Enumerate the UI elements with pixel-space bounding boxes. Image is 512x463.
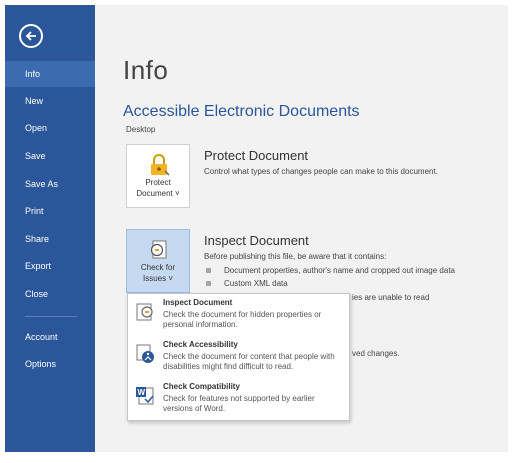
inspect-document-desc: Before publishing this file, be aware th… — [204, 252, 387, 261]
sidebar-item-close[interactable]: Close — [5, 281, 95, 307]
issues-button-label-2: Issues ˅ — [142, 274, 173, 283]
menu-item-title: Inspect Document — [163, 298, 233, 307]
partial-text: ies are unable to read — [352, 293, 430, 302]
menu-item-desc: Check the document for hidden properties… — [163, 310, 322, 329]
backstage-view: Info New Open Save Save As Print Share E… — [5, 5, 508, 452]
inspect-document-icon — [136, 303, 153, 321]
document-path[interactable]: Desktop — [126, 125, 155, 134]
backstage-sidebar: Info New Open Save Save As Print Share E… — [5, 5, 95, 452]
check-for-issues-menu: Inspect Document Check the document for … — [127, 293, 350, 421]
document-title: Accessible Electronic Documents — [123, 103, 360, 120]
inspect-document-icon — [150, 240, 167, 259]
sidebar-item-print[interactable]: Print — [5, 198, 95, 224]
sidebar-item-info[interactable]: Info — [5, 61, 95, 87]
sidebar-item-save[interactable]: Save — [5, 143, 95, 169]
check-for-issues-button[interactable]: Check for Issues ˅ — [126, 229, 190, 293]
list-item: Document properties, author's name and c… — [206, 266, 496, 278]
bullet-text: Document properties, author's name and c… — [224, 266, 455, 275]
protect-document-title: Protect Document — [204, 148, 309, 163]
menu-item-check-compatibility[interactable]: W Check Compatibility Check for features… — [128, 380, 349, 422]
partial-text: ved changes. — [352, 349, 400, 358]
protect-document-button[interactable]: Protect Document ˅ — [126, 144, 190, 208]
accessibility-icon — [136, 344, 154, 363]
lock-key-icon — [151, 154, 170, 176]
menu-item-check-accessibility[interactable]: Check Accessibility Check the document f… — [128, 338, 349, 380]
sidebar-item-export[interactable]: Export — [5, 253, 95, 279]
sidebar-item-save-as[interactable]: Save As — [5, 171, 95, 197]
menu-item-desc: Check for features not supported by earl… — [163, 394, 315, 413]
protect-document-desc: Control what types of changes people can… — [204, 167, 438, 176]
menu-item-desc: Check the document for content that peop… — [163, 352, 335, 371]
sidebar-item-new[interactable]: New — [5, 88, 95, 114]
back-arrow-icon[interactable] — [19, 24, 43, 48]
sidebar-item-account[interactable]: Account — [5, 324, 95, 350]
compatibility-icon: W — [136, 387, 154, 405]
sidebar-item-share[interactable]: Share — [5, 226, 95, 252]
protect-button-label-1: Protect — [145, 178, 171, 187]
issues-button-label-1: Check for — [140, 263, 176, 272]
sidebar-divider — [25, 316, 77, 317]
list-item: Custom XML data — [206, 279, 496, 291]
page-title: Info — [123, 55, 169, 85]
menu-item-inspect-document[interactable]: Inspect Document Check the document for … — [128, 296, 349, 338]
inspect-document-title: Inspect Document — [204, 233, 309, 248]
bullet-text: Custom XML data — [224, 279, 288, 288]
svg-text:W: W — [138, 388, 146, 397]
protect-button-label-2: Document ˅ — [136, 189, 180, 198]
menu-item-title: Check Compatibility — [163, 382, 240, 391]
menu-item-title: Check Accessibility — [163, 340, 238, 349]
sidebar-item-open[interactable]: Open — [5, 115, 95, 141]
sidebar-item-options[interactable]: Options — [5, 351, 95, 377]
